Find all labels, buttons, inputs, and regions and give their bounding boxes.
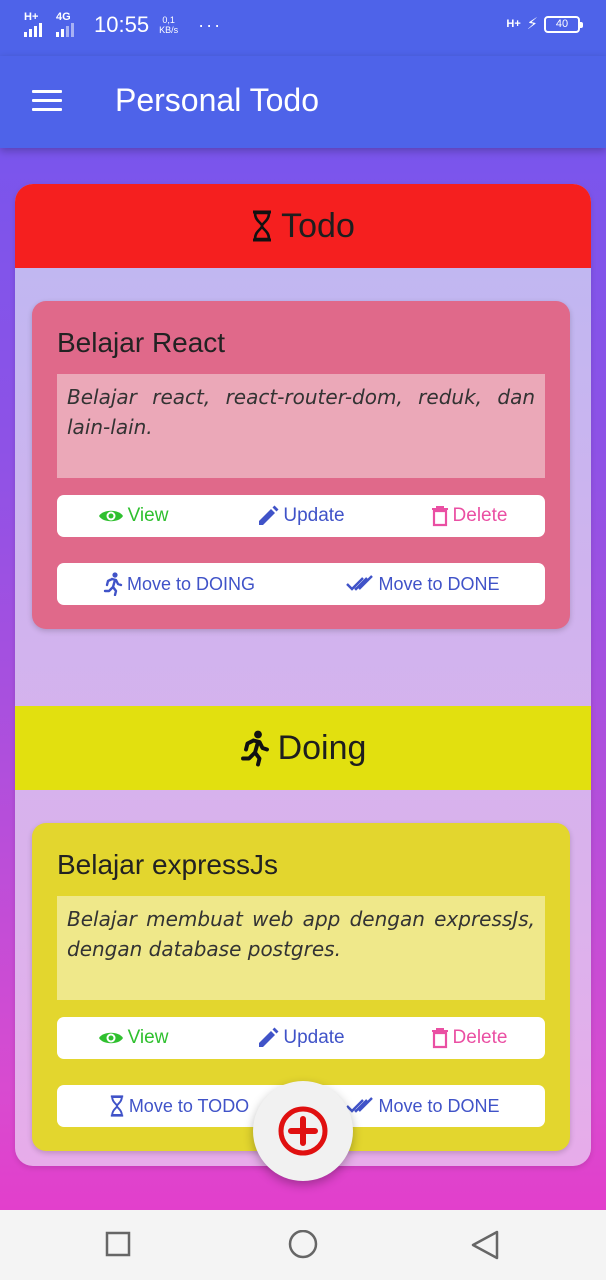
eye-icon bbox=[98, 1032, 123, 1044]
double-check-icon bbox=[346, 1097, 374, 1113]
app-bar: Personal Todo bbox=[0, 56, 606, 148]
app-title: Personal Todo bbox=[115, 82, 319, 118]
system-nav-bar bbox=[0, 1210, 606, 1280]
view-button[interactable]: View bbox=[57, 505, 209, 527]
home-icon[interactable] bbox=[287, 1230, 319, 1262]
move-to-done-label: Move to DONE bbox=[378, 573, 500, 594]
pencil-icon bbox=[259, 1027, 279, 1047]
todo-column-title: Todo bbox=[281, 206, 355, 245]
board[interactable]: Todo Belajar React Belajar react, react-… bbox=[15, 184, 591, 1166]
status-bar: H+ 4G 10:55 0,1 KB/s ··· H+ ⚡ 40 bbox=[0, 0, 606, 56]
update-button[interactable]: Update bbox=[209, 505, 393, 527]
recent-apps-icon[interactable] bbox=[104, 1230, 132, 1258]
running-icon bbox=[240, 730, 269, 767]
signal-icon: H+ bbox=[24, 11, 50, 37]
doing-column-header: Doing bbox=[15, 706, 591, 790]
card-title: Belajar expressJs bbox=[57, 849, 278, 880]
todo-column-header: Todo bbox=[15, 184, 591, 268]
network-type-1: H+ bbox=[24, 11, 39, 23]
running-icon bbox=[103, 572, 123, 596]
view-button-label: View bbox=[127, 1027, 169, 1048]
move-to-doing-button[interactable]: Move to DOING bbox=[57, 572, 301, 596]
card-description: Belajar membuat web app dengan expressJs… bbox=[57, 896, 545, 1000]
battery-level: 40 bbox=[555, 17, 569, 30]
todo-card: Belajar React Belajar react, react-route… bbox=[32, 301, 570, 629]
update-button-label: Update bbox=[283, 1027, 345, 1048]
update-button-label: Update bbox=[283, 505, 345, 526]
card-actions: View Update Delete bbox=[57, 495, 545, 537]
hourglass-icon bbox=[253, 210, 272, 242]
network-speed: 0,1 KB/s bbox=[159, 15, 178, 35]
pencil-icon bbox=[259, 505, 279, 525]
hamburger-menu-icon[interactable] bbox=[32, 90, 62, 112]
back-icon[interactable] bbox=[470, 1230, 500, 1262]
add-todo-button[interactable] bbox=[253, 1081, 353, 1181]
charging-icon: ⚡ bbox=[526, 16, 538, 33]
double-check-icon bbox=[346, 575, 374, 591]
move-to-doing-label: Move to DOING bbox=[126, 573, 256, 594]
delete-button[interactable]: Delete bbox=[393, 1027, 545, 1049]
update-button[interactable]: Update bbox=[209, 1027, 393, 1049]
move-to-done-label: Move to DONE bbox=[378, 1095, 500, 1116]
signal-icon-2: 4G bbox=[56, 11, 82, 37]
view-button[interactable]: View bbox=[57, 1027, 209, 1049]
card-actions: View Update Delete bbox=[57, 1017, 545, 1059]
move-to-todo-label: Move to TODO bbox=[128, 1095, 250, 1116]
more-notifications-icon: ··· bbox=[198, 14, 223, 35]
add-circle-icon bbox=[278, 1106, 328, 1156]
move-to-done-button[interactable]: Move to DONE bbox=[301, 574, 545, 595]
card-title: Belajar React bbox=[57, 327, 226, 358]
network-type-2: 4G bbox=[56, 11, 71, 23]
card-move-actions: Move to DOING Move to DONE bbox=[57, 563, 545, 605]
network-type-3: H+ bbox=[506, 18, 521, 30]
network-speed-value: 0,1 bbox=[162, 15, 175, 25]
delete-button[interactable]: Delete bbox=[393, 505, 545, 527]
network-speed-unit: KB/s bbox=[159, 25, 179, 35]
delete-button-label: Delete bbox=[452, 1027, 508, 1048]
status-time: 10:55 bbox=[94, 12, 150, 37]
trash-icon bbox=[431, 1028, 448, 1049]
battery-icon: 40 bbox=[544, 15, 583, 33]
delete-button-label: Delete bbox=[452, 505, 508, 526]
eye-icon bbox=[98, 510, 123, 522]
trash-icon bbox=[431, 506, 448, 527]
doing-column-title: Doing bbox=[277, 728, 367, 767]
hourglass-icon bbox=[110, 1095, 123, 1117]
view-button-label: View bbox=[127, 505, 169, 526]
card-description: Belajar react, react-router-dom, reduk, … bbox=[57, 374, 545, 478]
